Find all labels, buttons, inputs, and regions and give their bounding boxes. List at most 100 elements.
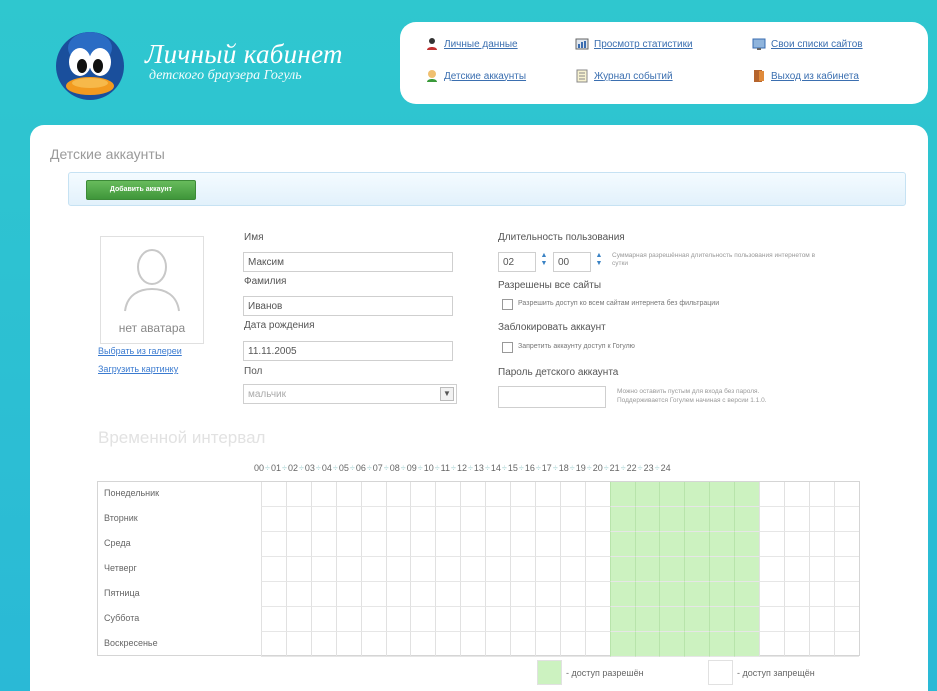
schedule-cell-denied[interactable]	[485, 632, 511, 657]
allow-all-sites-checkbox[interactable]	[502, 299, 513, 310]
schedule-cell-denied[interactable]	[335, 482, 361, 507]
schedule-cell-denied[interactable]	[759, 482, 784, 507]
schedule-cell-denied[interactable]	[833, 557, 859, 582]
schedule-cell-denied[interactable]	[285, 607, 311, 632]
schedule-cell-denied[interactable]	[360, 557, 386, 582]
add-account-button[interactable]: Добавить аккаунт	[86, 180, 196, 200]
schedule-cell-denied[interactable]	[360, 607, 386, 632]
schedule-cell-denied[interactable]	[584, 482, 610, 507]
schedule-cell-denied[interactable]	[261, 557, 286, 582]
schedule-cell-denied[interactable]	[808, 507, 834, 532]
schedule-cell-denied[interactable]	[335, 507, 361, 532]
schedule-cell-denied[interactable]	[435, 557, 461, 582]
schedule-cell-denied[interactable]	[510, 632, 535, 657]
schedule-cell-allowed[interactable]	[709, 607, 735, 632]
schedule-cell-denied[interactable]	[534, 582, 560, 607]
schedule-cell-denied[interactable]	[335, 607, 361, 632]
schedule-cell-denied[interactable]	[435, 607, 461, 632]
birth-date-field[interactable]: 11.11.2005	[243, 341, 453, 361]
schedule-cell-denied[interactable]	[808, 557, 834, 582]
schedule-cell-denied[interactable]	[261, 582, 286, 607]
schedule-cell-denied[interactable]	[460, 557, 486, 582]
nav-site-lists[interactable]: Свои списки сайтов	[752, 37, 863, 51]
duration-hours-spinner[interactable]: ▲ ▼	[538, 252, 550, 270]
schedule-cell-denied[interactable]	[335, 632, 361, 657]
schedule-cell-denied[interactable]	[759, 582, 784, 607]
gender-select[interactable]: мальчик ▼	[243, 384, 457, 404]
schedule-cell-denied[interactable]	[435, 632, 461, 657]
schedule-cell-denied[interactable]	[783, 557, 809, 582]
schedule-cell-denied[interactable]	[783, 632, 809, 657]
schedule-cell-denied[interactable]	[783, 607, 809, 632]
schedule-cell-denied[interactable]	[833, 607, 859, 632]
schedule-cell-denied[interactable]	[285, 507, 311, 532]
schedule-cell-denied[interactable]	[385, 482, 411, 507]
schedule-cell-denied[interactable]	[261, 482, 286, 507]
schedule-cell-allowed[interactable]	[634, 632, 660, 657]
schedule-cell-allowed[interactable]	[659, 532, 685, 557]
schedule-cell-denied[interactable]	[510, 582, 535, 607]
duration-hours-field[interactable]: 02	[498, 252, 536, 272]
schedule-cell-denied[interactable]	[759, 557, 784, 582]
schedule-cell-denied[interactable]	[833, 532, 859, 557]
schedule-cell-allowed[interactable]	[684, 507, 710, 532]
schedule-cell-denied[interactable]	[759, 532, 784, 557]
schedule-cell-denied[interactable]	[559, 507, 585, 532]
schedule-cell-allowed[interactable]	[734, 482, 760, 507]
schedule-cell-allowed[interactable]	[609, 582, 635, 607]
schedule-cell-allowed[interactable]	[659, 632, 685, 657]
schedule-cell-allowed[interactable]	[659, 482, 685, 507]
last-name-field[interactable]: Иванов	[243, 296, 453, 316]
schedule-cell-denied[interactable]	[510, 557, 535, 582]
schedule-cell-allowed[interactable]	[684, 582, 710, 607]
upload-picture-link[interactable]: Загрузить картинку	[98, 364, 178, 374]
schedule-cell-denied[interactable]	[534, 532, 560, 557]
schedule-cell-denied[interactable]	[485, 582, 511, 607]
schedule-cell-denied[interactable]	[833, 482, 859, 507]
schedule-cell-denied[interactable]	[310, 507, 336, 532]
schedule-cell-allowed[interactable]	[709, 507, 735, 532]
schedule-cell-denied[interactable]	[808, 632, 834, 657]
schedule-cell-allowed[interactable]	[684, 607, 710, 632]
schedule-cell-denied[interactable]	[310, 557, 336, 582]
schedule-cell-denied[interactable]	[510, 507, 535, 532]
choose-from-gallery-link[interactable]: Выбрать из галереи	[98, 346, 182, 356]
chevron-down-icon[interactable]: ▼	[440, 387, 454, 401]
schedule-cell-denied[interactable]	[783, 482, 809, 507]
schedule-cell-allowed[interactable]	[709, 632, 735, 657]
schedule-cell-denied[interactable]	[385, 632, 411, 657]
schedule-cell-denied[interactable]	[783, 507, 809, 532]
schedule-cell-denied[interactable]	[559, 557, 585, 582]
schedule-cell-allowed[interactable]	[684, 557, 710, 582]
schedule-cell-denied[interactable]	[385, 607, 411, 632]
schedule-cell-denied[interactable]	[808, 532, 834, 557]
schedule-cell-allowed[interactable]	[634, 607, 660, 632]
schedule-cell-allowed[interactable]	[634, 507, 660, 532]
nav-statistics[interactable]: Просмотр статистики	[575, 37, 693, 51]
schedule-cell-denied[interactable]	[261, 632, 286, 657]
schedule-cell-allowed[interactable]	[734, 532, 760, 557]
schedule-cell-allowed[interactable]	[634, 482, 660, 507]
schedule-cell-denied[interactable]	[808, 582, 834, 607]
schedule-cell-denied[interactable]	[335, 557, 361, 582]
schedule-cell-denied[interactable]	[435, 482, 461, 507]
schedule-cell-denied[interactable]	[534, 482, 560, 507]
schedule-cell-denied[interactable]	[808, 482, 834, 507]
schedule-cell-denied[interactable]	[360, 632, 386, 657]
schedule-cell-denied[interactable]	[285, 557, 311, 582]
schedule-cell-denied[interactable]	[310, 607, 336, 632]
schedule-cell-denied[interactable]	[285, 532, 311, 557]
gogul-logo[interactable]	[50, 22, 130, 102]
schedule-cell-denied[interactable]	[310, 582, 336, 607]
schedule-cell-allowed[interactable]	[609, 607, 635, 632]
schedule-cell-denied[interactable]	[261, 507, 286, 532]
schedule-cell-denied[interactable]	[385, 507, 411, 532]
schedule-cell-denied[interactable]	[460, 507, 486, 532]
schedule-cell-denied[interactable]	[485, 607, 511, 632]
schedule-cell-denied[interactable]	[833, 582, 859, 607]
schedule-cell-denied[interactable]	[360, 532, 386, 557]
schedule-cell-allowed[interactable]	[609, 632, 635, 657]
schedule-cell-allowed[interactable]	[609, 482, 635, 507]
schedule-cell-denied[interactable]	[584, 607, 610, 632]
schedule-cell-denied[interactable]	[559, 482, 585, 507]
